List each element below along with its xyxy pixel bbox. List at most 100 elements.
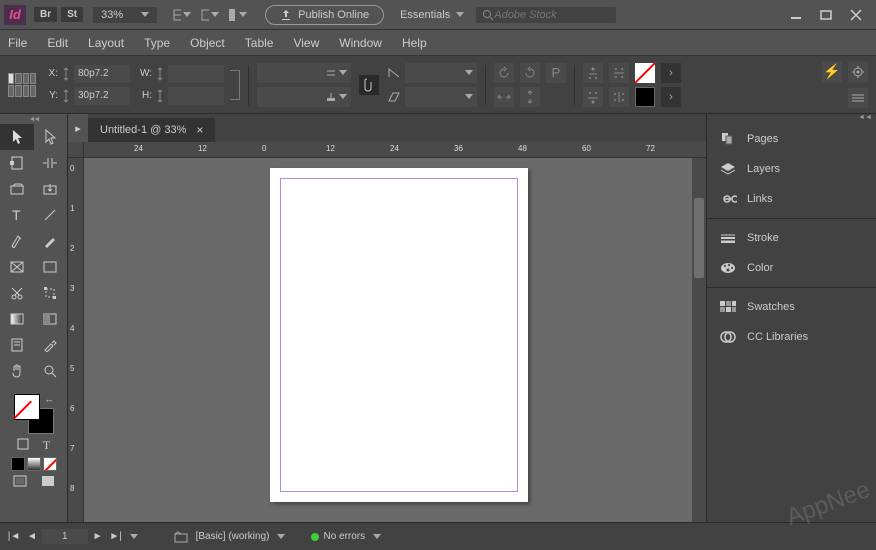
menu-help[interactable]: Help: [402, 36, 427, 50]
stock-search[interactable]: [476, 7, 616, 23]
rotate-ccw-button[interactable]: [494, 63, 514, 83]
color-panel[interactable]: Color: [707, 253, 876, 283]
cc-libraries-panel[interactable]: CC Libraries: [707, 322, 876, 352]
menu-window[interactable]: Window: [339, 36, 382, 50]
canvas[interactable]: [84, 158, 706, 522]
menu-table[interactable]: Table: [245, 36, 274, 50]
horizontal-ruler[interactable]: 24120122436486072: [84, 142, 706, 158]
document-tab[interactable]: Untitled-1 @ 33% ×: [88, 118, 215, 142]
preview-button[interactable]: [41, 475, 55, 487]
minimize-button[interactable]: [790, 9, 802, 21]
stroke-panel[interactable]: Stroke: [707, 223, 876, 253]
rotate-cw-button[interactable]: [520, 63, 540, 83]
swatches-panel[interactable]: Swatches: [707, 292, 876, 322]
menu-file[interactable]: File: [8, 36, 27, 50]
preflight-status[interactable]: No errors: [311, 531, 365, 542]
pages-panel[interactable]: Pages: [707, 124, 876, 154]
first-page-button[interactable]: |◄: [6, 529, 22, 545]
reference-point-grid[interactable]: [8, 73, 36, 97]
page-dropdown[interactable]: [130, 534, 138, 539]
direct-selection-tool[interactable]: [34, 124, 68, 150]
layers-panel[interactable]: Layers: [707, 154, 876, 184]
menu-object[interactable]: Object: [190, 36, 225, 50]
clip-button[interactable]: [359, 75, 379, 95]
view-options-icon[interactable]: [173, 6, 191, 24]
maximize-button[interactable]: [820, 9, 832, 21]
note-tool[interactable]: [0, 332, 34, 358]
search-input[interactable]: [494, 9, 594, 21]
zoom-tool[interactable]: [34, 358, 68, 384]
publish-online-button[interactable]: Publish Online: [265, 5, 384, 25]
stroke-indicator[interactable]: [635, 87, 655, 107]
more-2[interactable]: ›: [661, 87, 681, 107]
more-1[interactable]: ›: [661, 63, 681, 83]
shear-dropdown[interactable]: [405, 87, 477, 107]
h-input[interactable]: [168, 87, 224, 105]
constrain-wh-icon[interactable]: [230, 70, 240, 100]
format-text-button[interactable]: T: [43, 438, 50, 453]
content-placer-tool[interactable]: [34, 176, 68, 202]
gradient-swatch-tool[interactable]: [0, 306, 34, 332]
w-input[interactable]: [168, 65, 224, 83]
rect-tool[interactable]: [34, 254, 68, 280]
page[interactable]: [270, 168, 528, 502]
fill-indicator[interactable]: [635, 63, 655, 83]
normal-view-button[interactable]: [13, 475, 27, 487]
toolbox-collapse[interactable]: [0, 114, 67, 124]
content-collector-tool[interactable]: [0, 176, 34, 202]
bridge-chip[interactable]: Br: [34, 7, 57, 22]
menu-edit[interactable]: Edit: [47, 36, 68, 50]
flip-h-button[interactable]: [494, 87, 514, 107]
rect-frame-tool[interactable]: [0, 254, 34, 280]
scissors-tool[interactable]: [0, 280, 34, 306]
prefs-button[interactable]: [848, 62, 868, 82]
format-container-button[interactable]: [17, 438, 29, 453]
zoom-select[interactable]: 33%: [93, 7, 157, 23]
last-page-button[interactable]: ►|: [108, 529, 124, 545]
ruler-origin[interactable]: [68, 142, 84, 158]
errors-dropdown[interactable]: [373, 534, 381, 539]
panel-menu-button[interactable]: [848, 88, 868, 108]
close-tab-button[interactable]: ×: [196, 123, 203, 137]
align-3[interactable]: [583, 87, 603, 107]
flip-v-button[interactable]: [520, 87, 540, 107]
workspace-select[interactable]: Essentials: [400, 9, 464, 21]
gradient-feather-tool[interactable]: [34, 306, 68, 332]
tab-scroll[interactable]: ▸: [68, 114, 88, 142]
eyedropper-tool[interactable]: [34, 332, 68, 358]
pencil-tool[interactable]: [34, 228, 68, 254]
y-input[interactable]: [74, 87, 130, 105]
page-icon[interactable]: P: [546, 63, 566, 83]
vertical-scrollbar[interactable]: [692, 158, 706, 522]
dock-collapse[interactable]: ◄◄: [707, 114, 876, 124]
close-button[interactable]: [850, 9, 862, 21]
fill-stroke-swatch[interactable]: ↔: [14, 394, 54, 434]
char-style-dropdown[interactable]: [257, 63, 351, 83]
apply-none[interactable]: [43, 457, 57, 471]
gap-tool[interactable]: [34, 150, 68, 176]
menu-type[interactable]: Type: [144, 36, 170, 50]
selection-tool[interactable]: [0, 124, 34, 150]
line-tool[interactable]: [34, 202, 68, 228]
screen-mode-icon[interactable]: [201, 6, 219, 24]
para-style-dropdown[interactable]: [257, 87, 351, 107]
apply-color[interactable]: [11, 457, 25, 471]
apply-gradient[interactable]: [27, 457, 41, 471]
links-panel[interactable]: Links: [707, 184, 876, 214]
quick-apply-button[interactable]: ⚡: [822, 62, 842, 82]
stock-chip[interactable]: St: [61, 7, 83, 22]
align-1[interactable]: [583, 63, 603, 83]
align-2[interactable]: [609, 63, 629, 83]
open-icon[interactable]: [174, 531, 188, 543]
x-input[interactable]: [74, 65, 130, 83]
arrange-icon[interactable]: [229, 6, 247, 24]
align-4[interactable]: [609, 87, 629, 107]
preflight-dropdown[interactable]: [277, 534, 285, 539]
vertical-ruler[interactable]: 012345678: [68, 158, 84, 522]
prev-page-button[interactable]: ◄: [24, 529, 40, 545]
free-transform-tool[interactable]: [34, 280, 68, 306]
page-number-field[interactable]: 1: [42, 529, 88, 544]
preflight-profile[interactable]: [Basic] (working): [196, 531, 270, 542]
menu-view[interactable]: View: [293, 36, 319, 50]
menu-layout[interactable]: Layout: [88, 36, 124, 50]
